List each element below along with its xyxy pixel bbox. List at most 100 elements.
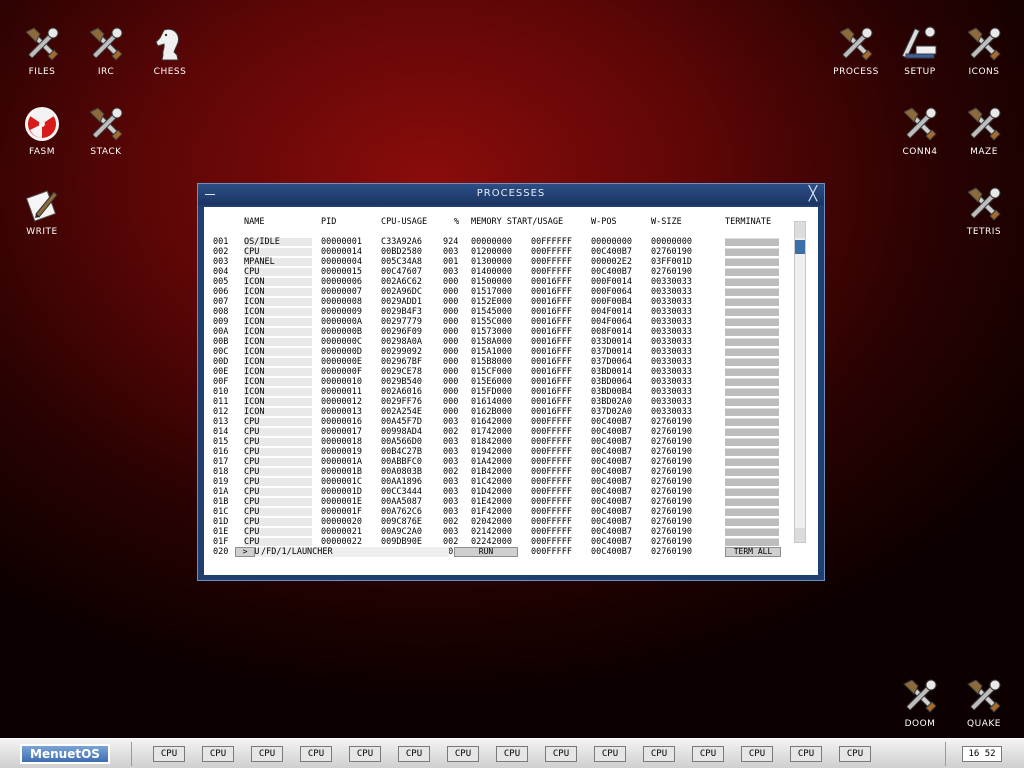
terminate-button[interactable] [725,458,779,466]
desktop-icon-write[interactable]: WRITE [10,184,74,244]
tools-icon [964,676,1004,716]
table-row: 01A CPU 0000001D 00CC3444 003 01D42000 000FFFF… [204,487,804,497]
desktop-icon-setup[interactable]: SETUP [888,24,952,84]
process-name: CPU [244,247,260,257]
terminate-button[interactable] [725,378,779,386]
desktop-icon-stack[interactable]: STACK [74,104,138,164]
terminate-button[interactable] [725,428,779,436]
terminate-button[interactable] [725,238,779,246]
table-row: 008 ICON 00000009 0029B4F3 000 01545000 00016F… [204,307,804,317]
close-icon[interactable]: ╳ [806,187,820,201]
process-window-size: 02760190 [651,267,692,277]
terminate-button[interactable] [725,528,779,536]
terminate-button[interactable] [725,518,779,526]
desktop-icon-tetris[interactable]: TETRIS [952,184,1016,244]
taskbar-task-button[interactable]: CPU [692,746,724,762]
process-cpu-usage: 00AA5087 [381,497,422,507]
taskbar-task-button[interactable]: CPU [643,746,675,762]
terminate-button[interactable] [725,498,779,506]
desktop-icon-doom[interactable]: DOOM [888,676,952,736]
process-cpu-usage: 00CC3444 [381,487,422,497]
table-row: 019 CPU 0000001C 00AA1896 003 01C42000 000FFFF… [204,477,804,487]
process-pid: 00000010 [321,377,362,387]
taskbar-task-button[interactable]: CPU [741,746,773,762]
taskbar-divider [131,742,132,766]
terminate-button[interactable] [725,448,779,456]
terminate-button[interactable] [725,538,779,546]
terminate-button[interactable] [725,348,779,356]
term-all-button[interactable]: TERM ALL [725,547,781,557]
process-name: ICON [244,377,265,387]
taskbar-task-button[interactable]: CPU [790,746,822,762]
terminate-button[interactable] [725,338,779,346]
process-pid: 0000000A [321,317,362,327]
taskbar-task-button[interactable]: CPU [349,746,381,762]
desktop-icon-process[interactable]: PROCESS [824,24,888,84]
table-row: 002 CPU 00000014 00BD2580 003 01200000 000FFFF… [204,247,804,257]
taskbar-task-button[interactable]: CPU [447,746,479,762]
desktop-icon-icons[interactable]: ICONS [952,24,1016,84]
terminate-button[interactable] [725,248,779,256]
run-button[interactable]: RUN [454,547,518,557]
terminate-button[interactable] [725,418,779,426]
process-name: ICON [244,307,265,317]
desktop-icon-label: CHESS [153,67,187,77]
process-pid: 0000001E [321,497,362,507]
terminate-button[interactable] [725,488,779,496]
taskbar-task-button[interactable]: CPU [496,746,528,762]
process-cpu-percent: 002 [443,537,459,547]
terminate-button[interactable] [725,258,779,266]
scroll-thumb[interactable] [795,240,805,254]
process-cpu-usage: 00ABBFC0 [381,457,422,467]
taskbar-task-button[interactable]: CPU [300,746,332,762]
terminate-button[interactable] [725,438,779,446]
terminate-button[interactable] [725,358,779,366]
taskbar-task-button[interactable]: CPU [251,746,283,762]
desktop-icon-irc[interactable]: IRC [74,24,138,84]
process-window-pos: 037D0014 [591,347,632,357]
terminate-button[interactable] [725,288,779,296]
terminate-button[interactable] [725,328,779,336]
terminate-button[interactable] [725,478,779,486]
process-pid: 00000021 [321,527,362,537]
taskbar-task-button[interactable]: CPU [153,746,185,762]
terminate-button[interactable] [725,268,779,276]
terminate-button[interactable] [725,298,779,306]
taskbar-task-button[interactable]: CPU [398,746,430,762]
scroll-down-button[interactable] [795,528,805,542]
header-wsize: W-SIZE [651,217,682,227]
terminate-button[interactable] [725,308,779,316]
terminate-button[interactable] [725,278,779,286]
terminate-button[interactable] [725,508,779,516]
process-memory-usage: 000FFFFF [531,447,572,457]
terminate-button[interactable] [725,368,779,376]
desktop-icon-quake[interactable]: QUAKE [952,676,1016,736]
desktop-icon-maze[interactable]: MAZE [952,104,1016,164]
terminate-button[interactable] [725,388,779,396]
taskbar-task-button[interactable]: CPU [202,746,234,762]
process-window-size: 02760190 [651,457,692,467]
path-arrow-button[interactable]: > [235,547,255,557]
process-cpu-percent: 003 [443,247,459,257]
desktop-icon-files[interactable]: FILES [10,24,74,84]
terminate-button[interactable] [725,408,779,416]
desktop-icon-fasm[interactable]: FASM [10,104,74,164]
menuetos-menu-button[interactable]: MenuetOS [20,744,110,764]
terminate-button[interactable] [725,398,779,406]
taskbar-task-button[interactable]: CPU [839,746,871,762]
desktop-icon-chess[interactable]: CHESS [138,24,202,84]
process-window-size: 02760190 [651,247,692,257]
taskbar-task-button[interactable]: CPU [594,746,626,762]
taskbar-task-button[interactable]: CPU [545,746,577,762]
scroll-up-button[interactable] [795,222,805,238]
process-cpu-usage: 002A6016 [381,387,422,397]
terminate-button[interactable] [725,318,779,326]
desktop-icon-conn4[interactable]: CONN4 [888,104,952,164]
process-window-pos: 00C400B7 [591,497,632,507]
process-number: 002 [213,247,229,257]
launcher-path-input[interactable] [259,547,449,557]
scrollbar[interactable] [794,221,806,543]
window-titlebar[interactable]: PROCESSES ╳ [198,184,824,205]
terminate-button[interactable] [725,468,779,476]
process-name: CPU [244,537,260,547]
